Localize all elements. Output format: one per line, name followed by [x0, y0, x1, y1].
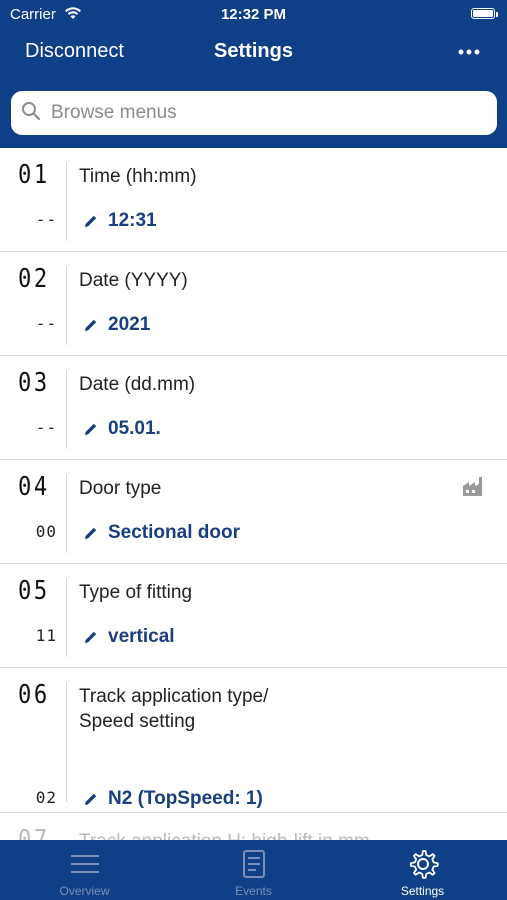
divider: [66, 682, 67, 802]
menu-code: 02: [35, 788, 57, 807]
edit-value-button[interactable]: 2021: [84, 314, 150, 336]
menu-row-03[interactable]: 03 -- Date (dd.mm) 05.01.: [0, 356, 507, 460]
pencil-icon: [85, 319, 97, 331]
menu-code: --: [35, 314, 57, 333]
menu-value: N2 (TopSpeed: 1): [108, 788, 263, 809]
app-header: Carrier 12:32 PM Disconnect Settings: [0, 0, 507, 148]
more-icon[interactable]: [457, 42, 481, 62]
menu-label: Date (YYYY): [79, 270, 188, 291]
menu-label: Type of fitting: [79, 582, 193, 603]
tab-label: Overview: [59, 884, 110, 898]
divider: [66, 578, 67, 657]
menu-label: Track application H: high-lift in mm: [79, 829, 370, 840]
search-icon: [11, 101, 41, 126]
menu-list[interactable]: 01 -- Time (hh:mm) 12:31 02 -- Date (YYY…: [0, 148, 507, 840]
menu-number: 03: [18, 368, 50, 398]
menu-number: 07: [18, 825, 50, 840]
tab-overview[interactable]: Overview: [0, 840, 169, 900]
status-bar: Carrier 12:32 PM: [0, 6, 507, 24]
menu-label: Door type: [79, 478, 162, 499]
menu-label: Date (dd.mm): [79, 374, 196, 395]
edit-value-button[interactable]: 12:31: [84, 210, 157, 232]
menu-value: vertical: [108, 626, 175, 647]
divider: [66, 266, 67, 345]
events-icon: [242, 850, 265, 878]
divider: [66, 162, 67, 241]
menu-number: 04: [18, 472, 50, 502]
edit-value-button[interactable]: Sectional door: [84, 522, 240, 544]
list-icon: [70, 855, 99, 873]
tab-events[interactable]: Events: [169, 840, 338, 900]
gear-icon: [409, 850, 439, 879]
tab-settings[interactable]: Settings: [338, 840, 507, 900]
menu-number: 05: [18, 576, 50, 606]
menu-label-line-1: Track application type/: [79, 686, 269, 707]
menu-code: 00: [35, 522, 57, 541]
divider: [66, 370, 67, 449]
pencil-icon: [85, 423, 97, 435]
disconnect-button[interactable]: Disconnect: [25, 40, 124, 63]
menu-row-04[interactable]: 04 00 Door type Sectional door: [0, 460, 507, 564]
pencil-icon: [85, 793, 97, 805]
menu-value: Sectional door: [108, 522, 240, 543]
pencil-icon: [85, 631, 97, 643]
factory-icon: [461, 474, 485, 503]
search-bar[interactable]: [11, 91, 497, 135]
menu-row-01[interactable]: 01 -- Time (hh:mm) 12:31: [0, 148, 507, 252]
menu-label-line-2: Speed setting: [79, 711, 196, 732]
menu-code: 11: [35, 626, 57, 645]
menu-row-06[interactable]: 06 02 Track application type/ Speed sett…: [0, 668, 507, 813]
edit-value-button[interactable]: 05.01.: [84, 418, 161, 440]
menu-code: --: [35, 418, 57, 437]
tab-label: Events: [235, 884, 272, 898]
status-time: 12:32 PM: [220, 6, 287, 23]
navigation-bar: Disconnect Settings: [0, 38, 507, 68]
menu-value: 12:31: [108, 210, 157, 231]
menu-label: Track application type/ Speed setting: [79, 684, 268, 734]
edit-value-button[interactable]: vertical: [84, 626, 175, 648]
menu-number: 01: [18, 160, 50, 190]
menu-value: 2021: [108, 314, 151, 335]
tab-bar: Overview Events Settings: [0, 840, 507, 900]
divider: [66, 474, 67, 553]
menu-row-05[interactable]: 05 11 Type of fitting vertical: [0, 564, 507, 668]
menu-value: 05.01.: [108, 418, 161, 439]
menu-number: 02: [18, 264, 50, 294]
menu-number: 06: [18, 680, 50, 710]
menu-label: Time (hh:mm): [79, 166, 197, 187]
battery-icon: [471, 8, 495, 19]
tab-label: Settings: [400, 884, 445, 898]
menu-row-07[interactable]: 07 Track application H: high-lift in mm: [0, 813, 507, 840]
edit-value-button[interactable]: N2 (TopSpeed: 1): [84, 788, 263, 810]
menu-row-02[interactable]: 02 -- Date (YYYY) 2021: [0, 252, 507, 356]
menu-code: --: [35, 210, 57, 229]
pencil-icon: [85, 527, 97, 539]
search-input[interactable]: [49, 101, 473, 125]
pencil-icon: [85, 215, 97, 227]
